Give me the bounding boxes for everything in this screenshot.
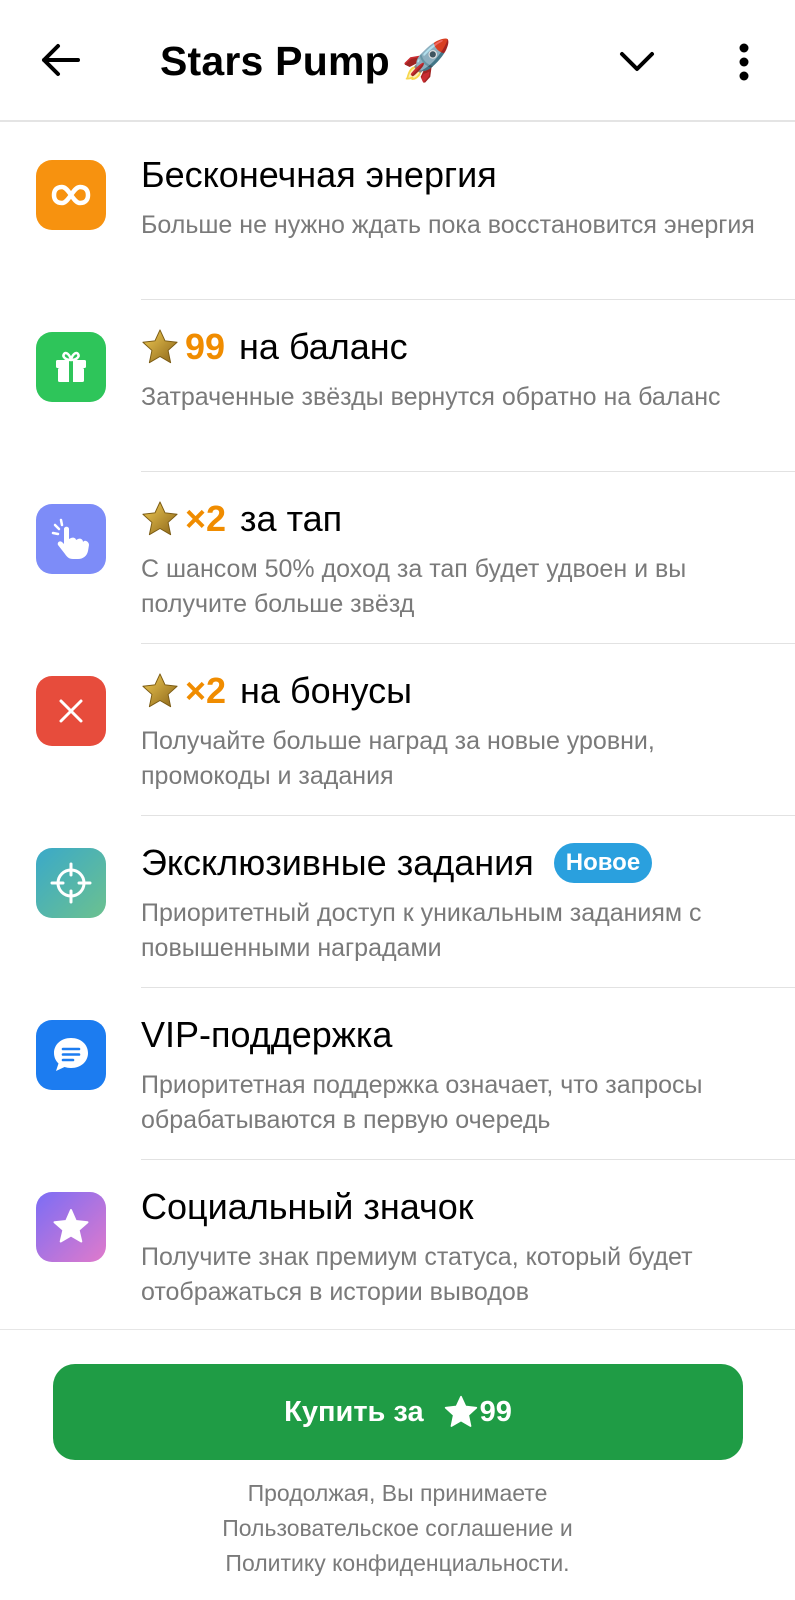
feature-social-badge: Социальный значок Получите знак премиум … xyxy=(0,1156,795,1328)
terms-text: Продолжая, Вы принимаете Пользовательско… xyxy=(0,1476,795,1581)
chat-bubble-icon xyxy=(36,1020,106,1090)
page-title-text: Stars Pump xyxy=(160,38,390,84)
feature-title: Бесконечная энергия xyxy=(141,152,497,198)
feature-exclusive-tasks: Эксклюзивные задания Новое Приоритетный … xyxy=(0,812,795,988)
features-list: Бесконечная энергия Больше не нужно ждат… xyxy=(0,124,795,1328)
rocket-emoji: 🚀 xyxy=(401,39,452,83)
buy-button-label: Купить за xyxy=(284,1395,424,1428)
feature-title: 99 на баланс xyxy=(141,324,408,370)
feature-description: Больше не нужно ждать пока восстановится… xyxy=(141,211,755,239)
target-icon xyxy=(36,848,106,918)
gold-star-icon xyxy=(141,500,179,538)
star-badge-icon xyxy=(36,1192,106,1262)
gold-star-icon xyxy=(141,672,179,710)
arrow-left-icon xyxy=(42,44,80,76)
chevron-down-icon xyxy=(620,52,654,71)
feature-title: Социальный значок xyxy=(141,1184,474,1230)
feature-title: VIP-поддержка xyxy=(141,1012,392,1058)
feature-description: Приоритетный доступ к уникальным задания… xyxy=(141,899,702,962)
more-menu-button[interactable] xyxy=(722,36,766,88)
gift-icon xyxy=(36,332,106,402)
feature-title-text: на бонусы xyxy=(240,670,412,711)
feature-description: С шансом 50% доход за тап будет удвоен и… xyxy=(141,555,687,618)
feature-title: ×2 за тап xyxy=(141,496,342,542)
feature-title-text: VIP-поддержка xyxy=(141,1014,393,1055)
feature-bonus-multiplier: ×2 на бонусы Получайте больше наград за … xyxy=(0,640,795,816)
feature-description: Получите знак премиум статуса, который б… xyxy=(141,1243,693,1306)
feature-accent-value: 99 xyxy=(185,326,226,367)
footer-divider xyxy=(0,1329,795,1330)
page-title: Stars Pump 🚀 xyxy=(160,36,452,86)
collapse-button[interactable] xyxy=(612,40,662,84)
star-icon xyxy=(444,1395,478,1429)
gold-star-icon xyxy=(141,328,179,366)
feature-description: Приоритетная поддержка означает, что зап… xyxy=(141,1071,703,1134)
feature-description: Получайте больше наград за новые уровни,… xyxy=(141,727,655,790)
feature-title-text: Эксклюзивные задания xyxy=(141,842,534,883)
kebab-menu-icon xyxy=(739,43,749,81)
new-badge: Новое xyxy=(553,843,653,883)
feature-accent-value: ×2 xyxy=(185,498,227,539)
buy-button-price: 99 xyxy=(479,1395,512,1428)
terms-privacy-policy-link[interactable]: Политику конфиденциальности. xyxy=(0,1546,795,1581)
terms-line-1: Продолжая, Вы принимаете xyxy=(247,1480,548,1506)
feature-title: Эксклюзивные задания Новое xyxy=(141,840,653,886)
feature-tap-multiplier: ×2 за тап С шансом 50% доход за тап буде… xyxy=(0,468,795,644)
feature-title-text: на баланс xyxy=(239,326,408,367)
feature-title-text: Социальный значок xyxy=(141,1186,474,1227)
feature-title-text: Бесконечная энергия xyxy=(141,154,497,195)
close-x-icon xyxy=(36,676,106,746)
feature-accent-value: ×2 xyxy=(185,670,227,711)
tap-hand-icon xyxy=(36,504,106,574)
feature-description: Затраченные звёзды вернутся обратно на б… xyxy=(141,383,721,411)
feature-vip-support: VIP-поддержка Приоритетная поддержка озн… xyxy=(0,984,795,1160)
feature-balance-refund: 99 на баланс Затраченные звёзды вернутся… xyxy=(0,296,795,472)
buy-button[interactable]: Купить за 99 xyxy=(53,1364,743,1460)
feature-title-text: за тап xyxy=(240,498,343,539)
back-button[interactable] xyxy=(34,34,86,86)
terms-user-agreement-link[interactable]: Пользовательское соглашение и xyxy=(0,1511,795,1546)
feature-infinite-energy: Бесконечная энергия Больше не нужно ждат… xyxy=(0,124,795,300)
top-bar: Stars Pump 🚀 xyxy=(0,0,795,122)
infinity-icon xyxy=(36,160,106,230)
feature-title: ×2 на бонусы xyxy=(141,668,412,714)
